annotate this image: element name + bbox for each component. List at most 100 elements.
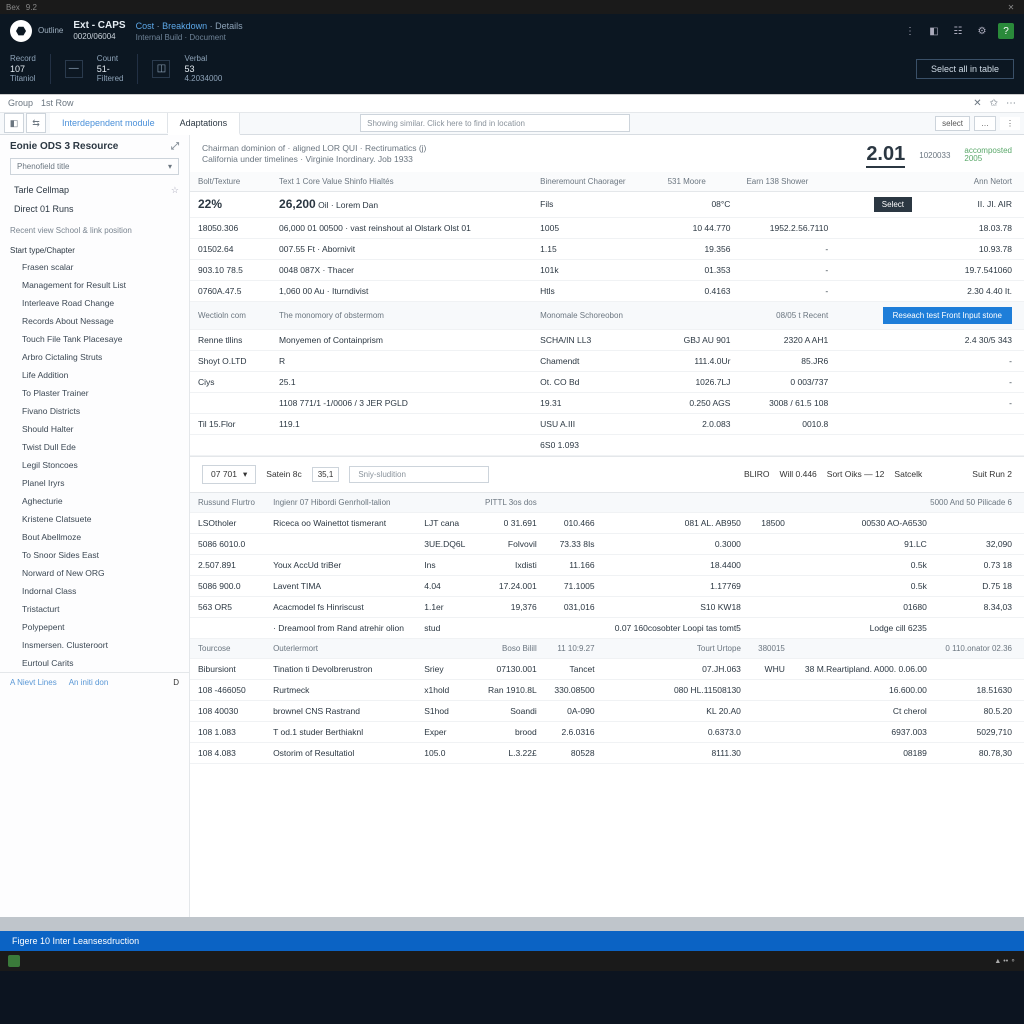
sidebar-item[interactable]: Planel Iryrs [0,474,189,492]
sidebar-item[interactable]: Interleave Road Change [0,294,189,312]
sidebar-dropdown[interactable]: Phenofield title [10,158,179,175]
window-close-icon[interactable]: ✕ [1004,3,1018,12]
taskbar-app-icon[interactable] [8,955,20,967]
table-row[interactable]: 563 OR5Acacmodel fs Hinriscust1.1er19,37… [190,596,1024,617]
sidebar-footer-b[interactable]: An initi don [69,678,109,687]
tab-layout-icon[interactable]: ◧ [4,113,24,133]
sidebar-item[interactable]: Fivano Districts [0,402,189,420]
detail-section-row: Russund Flurtro Ingienr 07 Hibordi Genrh… [190,493,1024,513]
sidebar-item[interactable]: Aghecturie [0,492,189,510]
table-row[interactable]: 108 -466050Rurtmeckx1holdRan 1910.8L330.… [190,679,1024,700]
select-mini-button[interactable]: select [935,116,970,131]
sidebar-item[interactable]: Kristene Clatsuete [0,510,189,528]
table-header[interactable]: Earn 138 Shower [738,172,836,192]
table-row[interactable]: 108 40030brownel CNS RastrandS1hodSoandi… [190,700,1024,721]
sidebar-item[interactable]: Direct 01 Runs [0,200,189,218]
sidebar-item[interactable]: Management for Result List [0,276,189,294]
filter-count-dd[interactable]: 35,1 [312,467,340,482]
table-header[interactable]: 531 Moore [660,172,739,192]
table-row[interactable]: 2.507.891Youx AccUd triBerInsIxdisti11.1… [190,554,1024,575]
sidebar-item[interactable]: Twist Dull Ede [0,438,189,456]
table-row[interactable]: · Dreamool from Rand atrehir olionstud0.… [190,617,1024,638]
sidebar-item[interactable]: Life Addition [0,366,189,384]
grid-icon[interactable]: ☷ [950,23,966,39]
filter-col-2[interactable]: Sort Oiks — 12 [827,469,885,479]
ellipsis-button[interactable]: … [974,116,996,131]
light-star-icon[interactable]: ✩ [990,98,998,109]
table-row[interactable]: 6S0 1.093 [190,434,1024,455]
expand-icon[interactable]: ⤢ [171,141,179,152]
table-row[interactable]: 1108 771/1 -1/0006 / 3 JER PGLD19.310.25… [190,392,1024,413]
sidebar-item[interactable]: To Plaster Trainer [0,384,189,402]
light-crumb-b[interactable]: 1st Row [41,98,74,108]
table-row[interactable]: Renne tllinsMonyemen of ContainprismSCHA… [190,329,1024,350]
layout-icon[interactable]: ◧ [926,23,942,39]
table-row-highlight[interactable]: 22% 26,200 Oil · Lorem Dan Fils 08°C Sel… [190,191,1024,217]
crumb-breakdown[interactable]: Breakdown [162,21,207,31]
filter-col-5[interactable]: Suit Run 2 [972,469,1012,479]
sidebar: Eonie ODS 3 Resource ⤢ Phenofield title … [0,135,190,917]
search-input[interactable]: Showing similar. Click here to find in l… [360,114,630,132]
table-row[interactable]: 0760A.47.51,060 00 Au · IturndivistHtls0… [190,280,1024,301]
kebab-icon[interactable]: ⋮ [1000,117,1020,130]
select-row-button[interactable]: Select [874,197,912,212]
sidebar-item[interactable]: Frasen scalar [0,258,189,276]
sidebar-item[interactable]: Bout Abellmoze [0,528,189,546]
gear-icon[interactable]: ⚙ [974,23,990,39]
table-row[interactable]: Ciys25.1Ot. CO Bd1026.7LJ0 003/737- [190,371,1024,392]
light-more-icon[interactable]: ⋯ [1006,98,1016,109]
filter-col-0[interactable]: BLIRO [744,469,770,479]
table-header[interactable]: Text 1 Core Value Shinfo Hialtés [271,172,532,192]
table-header[interactable] [836,172,920,192]
filter-search[interactable]: Sniy-sludition [349,466,489,483]
menu-icon[interactable]: ⋮ [902,23,918,39]
sidebar-item[interactable]: Touch File Tank Placesaye [0,330,189,348]
sidebar-item[interactable]: Tristacturt [0,600,189,618]
table-header[interactable]: Bineremount Chaorager [532,172,659,192]
table-row[interactable]: Til 15.Flor119.1USU A.III2.0.0830010.8 [190,413,1024,434]
sidebar-footer-c[interactable]: D [173,678,179,687]
sidebar-item[interactable]: Tarle Cellmap [0,181,189,200]
table-header[interactable]: Ann Netort [920,172,1024,192]
select-all-button[interactable]: Select all in table [916,59,1014,79]
sidebar-item[interactable]: Indornal Class [0,582,189,600]
crumb-cost[interactable]: Cost [136,21,155,31]
filter-period-dd[interactable]: 07 701▾ [202,465,256,484]
sidebar-item[interactable]: Records About Nessage [0,312,189,330]
table-row[interactable]: 5086 6010.03UE.DQ6LFolvovil73.33 8Is0.30… [190,533,1024,554]
sidebar-item[interactable]: Norward of New ORG [0,564,189,582]
system-tray[interactable]: ▲ •• ⚬ [994,957,1016,965]
table-row[interactable]: 108 1.083T od.1 studer BerthiaknlExperbr… [190,721,1024,742]
table-row[interactable]: 108 4.083Ostorim of Resultatiol105.0L.3.… [190,742,1024,763]
calendar-icon[interactable]: ◫ [152,60,170,78]
light-close-icon[interactable]: ✕ [973,98,981,109]
table-row[interactable]: 18050.30606,000 01 00500 · vast reinshou… [190,217,1024,238]
sidebar-item[interactable]: Should Halter [0,420,189,438]
sidebar-hint: Recent view School & link position [0,218,189,238]
sidebar-item[interactable]: Polypepent [0,618,189,636]
filter-col-1[interactable]: Will 0.446 [779,469,816,479]
filter-label: Satein 8c [266,469,301,479]
sidebar-item[interactable]: Eurtoul Carits [0,654,189,672]
stat-2-sub: 4.2034000 [184,74,222,84]
research-button[interactable]: Reseach test Front Input stone [883,307,1012,324]
sidebar-item[interactable]: Legil Stoncoes [0,456,189,474]
tab-adaptations[interactable]: Adaptations [168,113,241,135]
tab-swap-icon[interactable]: ⇆ [26,113,46,133]
overview-line2: California under timelines · Virginie In… [202,154,426,165]
filter-col-3[interactable]: Satcelk [894,469,922,479]
help-badge[interactable]: ? [998,23,1014,39]
table-row[interactable]: 5086 900.0Lavent TIMA4.0417.24.00171.100… [190,575,1024,596]
sidebar-item[interactable]: Arbro Cictaling Struts [0,348,189,366]
table-row[interactable]: 01502.64007.55 Ft · Abornivit1.1519.356-… [190,238,1024,259]
table-row[interactable]: Shoyt O.LTDRChamendt111.4.0Ur85.JR6- [190,350,1024,371]
sidebar-item[interactable]: Insmersen. Clusteroort [0,636,189,654]
table-row[interactable]: LSOtholerRiceca oo Wainettot tismerantLJ… [190,512,1024,533]
table-row[interactable]: BibursiontTination ti DevolbrerustronSri… [190,658,1024,679]
sidebar-footer-a[interactable]: A Nievt Lines [10,678,57,687]
light-crumb-a[interactable]: Group [8,98,33,108]
table-header[interactable]: Bolt/Texture [190,172,271,192]
sidebar-item[interactable]: To Snoor Sides East [0,546,189,564]
table-row[interactable]: 903.10 78.50048 087X · Thacer101k01.353-… [190,259,1024,280]
tab-interdependent[interactable]: Interdependent module [50,113,168,133]
